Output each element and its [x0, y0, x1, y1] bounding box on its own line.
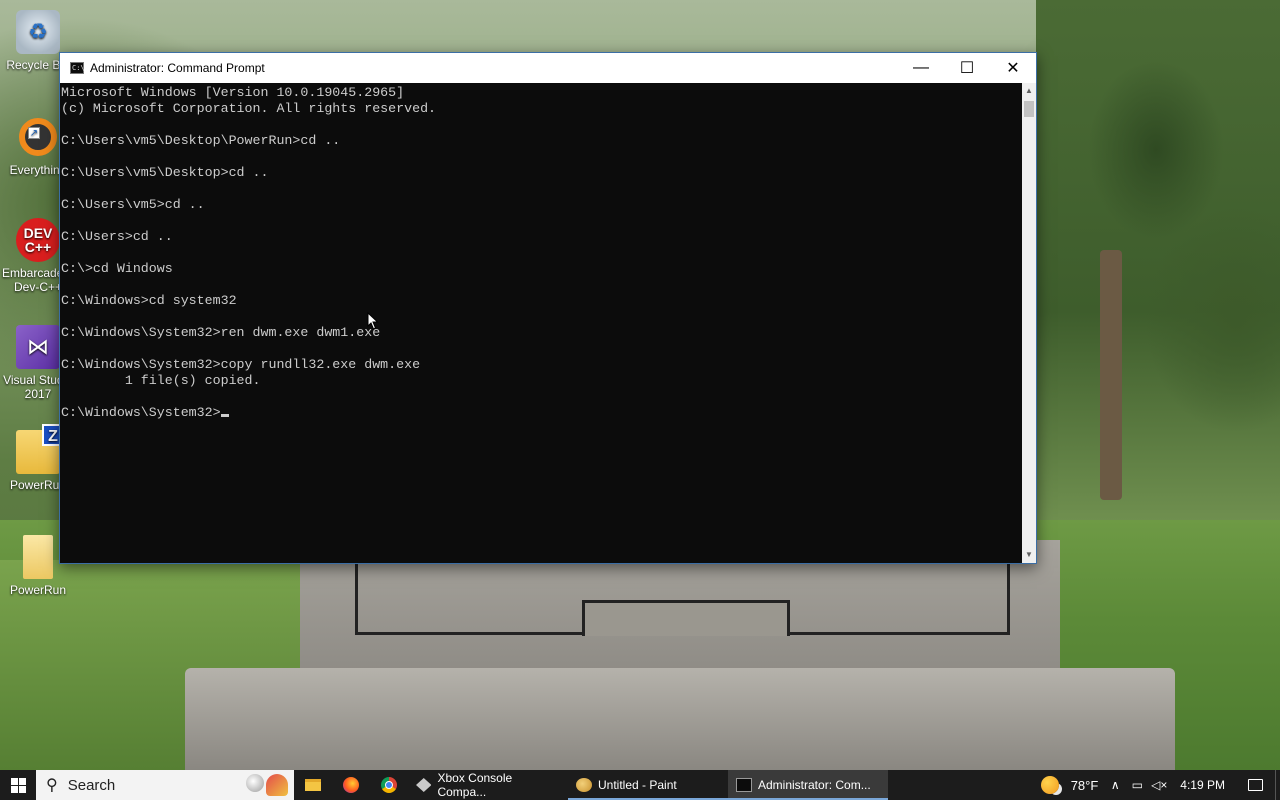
- taskbar-app-label: Administrator: Com...: [758, 778, 871, 792]
- chrome-icon: [381, 777, 397, 793]
- notification-icon: [1247, 779, 1263, 791]
- console-line: C:\Users\vm5>cd ..: [61, 197, 205, 212]
- console-line: C:\Users\vm5\Desktop\PowerRun>cd ..: [61, 133, 341, 148]
- maximize-button[interactable]: ☐: [944, 53, 990, 83]
- wallpaper-tombstone-base: [185, 668, 1175, 770]
- wallpaper-tombstone-notch: [582, 600, 790, 636]
- action-center-button[interactable]: [1235, 770, 1275, 800]
- file-explorer-icon: [305, 779, 321, 791]
- taskbar-clock[interactable]: 4:19 PM: [1170, 778, 1235, 792]
- console-line: C:\Users\vm5\Desktop>cd ..: [61, 165, 269, 180]
- console-line: C:\>cd Windows: [61, 261, 173, 276]
- taskbar-app-paint[interactable]: Untitled - Paint: [568, 770, 728, 800]
- taskbar-file-explorer[interactable]: [294, 770, 332, 800]
- search-icon: ⚲: [46, 777, 58, 794]
- close-button[interactable]: ✕: [990, 53, 1036, 83]
- weather-partly-sunny-icon[interactable]: [1040, 776, 1059, 794]
- paint-icon: [576, 778, 592, 792]
- taskbar-app-label: Xbox Console Compa...: [437, 771, 513, 799]
- taskbar-app-xbox-console-companion[interactable]: Xbox Console Compa...: [408, 770, 568, 800]
- dev-cpp-icon: DEV C++: [16, 218, 60, 262]
- window-titlebar[interactable]: C:\ Administrator: Command Prompt — ☐ ✕: [60, 53, 1036, 83]
- command-prompt-window[interactable]: C:\ Administrator: Command Prompt — ☐ ✕ …: [59, 52, 1037, 564]
- scrollbar-thumb[interactable]: [1024, 101, 1034, 117]
- recycle-bin-icon: ♻: [16, 10, 60, 54]
- console-app-icon: C:\: [70, 62, 85, 74]
- everything-icon-wrap: ↗: [16, 115, 60, 159]
- folder-icon: [23, 535, 53, 579]
- window-title: Administrator: Command Prompt: [90, 61, 265, 75]
- console-output[interactable]: Microsoft Windows [Version 10.0.19045.29…: [60, 83, 1022, 563]
- console-line: C:\Windows\System32>copy rundll32.exe dw…: [61, 357, 421, 372]
- wallpaper-trees: [1036, 0, 1280, 520]
- minimize-button[interactable]: —: [898, 53, 944, 83]
- show-hidden-icons-chevron-icon[interactable]: ∧: [1104, 778, 1126, 792]
- taskbar-chrome[interactable]: [370, 770, 408, 800]
- taskbar-search-box[interactable]: ⚲ Search: [36, 770, 294, 800]
- scroll-up-arrow-icon[interactable]: ▲: [1022, 83, 1036, 99]
- search-highlight-medal-icon: [266, 774, 288, 796]
- console-line: C:\Windows\System32>: [61, 405, 1022, 421]
- taskbar: ⚲ Search Xbox Console Compa... Untitled …: [0, 770, 1280, 800]
- text-cursor: [220, 414, 229, 417]
- console-line: C:\Windows>cd system32: [61, 293, 237, 308]
- show-desktop-button[interactable]: [1275, 770, 1280, 800]
- start-button[interactable]: [0, 770, 36, 800]
- system-tray: 78°F ∧ ▭ ◁× 4:19 PM: [1040, 770, 1280, 800]
- search-highlight-ball-icon: [246, 774, 264, 792]
- command-prompt-icon: [736, 778, 752, 792]
- console-line: Microsoft Windows [Version 10.0.19045.29…: [61, 85, 405, 100]
- console-line: 1 file(s) copied.: [61, 373, 261, 388]
- scroll-down-arrow-icon[interactable]: ▼: [1022, 547, 1036, 563]
- xbox-console-companion-icon: [416, 778, 432, 792]
- console-line: C:\Users>cd ..: [61, 229, 173, 244]
- network-icon[interactable]: ▭: [1126, 778, 1148, 792]
- console-line: C:\Windows\System32>ren dwm.exe dwm1.exe: [61, 325, 381, 340]
- weather-temperature[interactable]: 78°F: [1065, 778, 1105, 793]
- taskbar-app-label: Untitled - Paint: [598, 778, 677, 792]
- powerrun-icon: Z: [16, 424, 64, 474]
- visual-studio-icon: ⋈: [16, 325, 60, 369]
- windows-logo-icon: [10, 777, 26, 793]
- console-line: (c) Microsoft Corporation. All rights re…: [61, 101, 437, 116]
- shortcut-arrow-icon: ↗: [28, 127, 40, 139]
- taskbar-firefox[interactable]: [332, 770, 370, 800]
- vertical-scrollbar[interactable]: ▲ ▼: [1022, 83, 1036, 563]
- taskbar-app-command-prompt[interactable]: Administrator: Com...: [728, 770, 888, 800]
- wallpaper-tree-trunk: [1100, 250, 1122, 500]
- search-placeholder: Search: [67, 776, 116, 794]
- volume-muted-icon[interactable]: ◁×: [1148, 778, 1170, 792]
- firefox-icon: [343, 777, 359, 793]
- desktop-icon-label: PowerRun: [9, 583, 67, 597]
- search-highlight-illustration: [246, 774, 288, 796]
